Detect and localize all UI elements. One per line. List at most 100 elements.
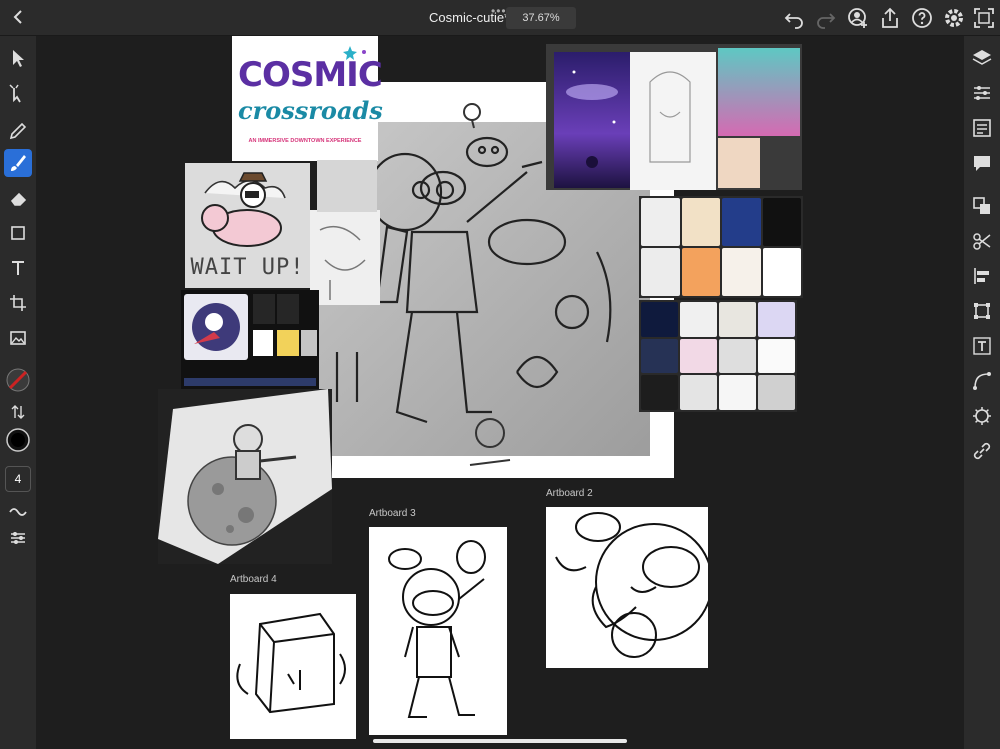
thumb-sketch[interactable]	[641, 248, 680, 296]
shape-builder-icon[interactable]	[970, 229, 994, 253]
thumb-astro-circle[interactable]	[641, 375, 678, 410]
reference-collage[interactable]	[546, 44, 802, 190]
left-toolbar: 4	[0, 36, 36, 749]
app-screenshot-thumb[interactable]	[181, 290, 319, 390]
symbol-icon[interactable]	[970, 404, 994, 428]
redo-icon[interactable]	[814, 6, 838, 30]
top-bar: ••• Cosmic-cutie* 37.67%	[0, 0, 1000, 36]
moon-guitar-astronaut	[158, 389, 332, 564]
arrange-icon[interactable]	[970, 194, 994, 218]
poster-title-line2: crossroads	[238, 96, 383, 125]
document-title[interactable]: Cosmic-cutie*	[429, 10, 509, 25]
thumb-astro-light[interactable]	[758, 338, 795, 374]
layers-icon[interactable]	[970, 46, 994, 70]
sticker-grid-top[interactable]	[639, 196, 803, 298]
properties-icon[interactable]	[4, 524, 32, 552]
thumb-astronaut-dark[interactable]	[762, 198, 801, 246]
pencil-lines	[649, 71, 691, 163]
link-icon[interactable]	[970, 439, 994, 463]
help-icon[interactable]	[910, 6, 934, 30]
comments-icon[interactable]	[970, 151, 994, 175]
galaxy-stars	[566, 70, 618, 168]
artboard-3[interactable]	[369, 527, 507, 735]
thumb-astro-gray[interactable]	[719, 338, 756, 374]
fullscreen-icon[interactable]	[972, 6, 996, 30]
sticker-grid-bottom[interactable]	[639, 300, 797, 412]
libraries-icon[interactable]	[970, 116, 994, 140]
swap-icon[interactable]	[4, 398, 32, 426]
ui-thumb-a	[253, 330, 273, 356]
zoom-level[interactable]: 37.67%	[506, 7, 576, 29]
ui-bottom-strip	[184, 378, 316, 386]
align-icon[interactable]	[970, 264, 994, 288]
reference-sketch-small[interactable]	[310, 210, 380, 305]
brush-size-value[interactable]: 4	[5, 466, 31, 492]
rocket-astronaut-icon	[192, 303, 240, 351]
pen-icon[interactable]	[4, 114, 32, 142]
thumb-astronaut-pink[interactable]	[681, 248, 720, 296]
adjust-icon[interactable]	[970, 81, 994, 105]
pencil-sketch-ref	[630, 52, 716, 190]
artboard-3-label[interactable]: Artboard 3	[369, 508, 416, 519]
brush-icon[interactable]	[4, 149, 32, 177]
color-swatch-icon[interactable]	[4, 366, 32, 394]
undo-icon[interactable]	[782, 6, 806, 30]
artboard-2-label[interactable]: Artboard 2	[546, 488, 593, 499]
rectangle-icon[interactable]	[4, 219, 32, 247]
small-sketch-lines	[319, 225, 366, 300]
pig-rider-illustration	[201, 172, 286, 247]
artboard-2-sketch	[555, 512, 713, 658]
brush-preset-icon[interactable]	[4, 426, 32, 454]
galaxy-image	[554, 52, 630, 188]
thumb-astro-blue[interactable]	[641, 302, 678, 337]
direct-select-icon[interactable]	[4, 79, 32, 107]
wait-up-sticker[interactable]: WAIT UP!	[185, 163, 310, 288]
settings-icon[interactable]	[942, 6, 966, 30]
thumb-astro-navy[interactable]	[641, 338, 678, 374]
mushroom-poster	[718, 48, 800, 136]
ui-column-2	[277, 294, 299, 324]
skeleton-poster	[718, 138, 760, 188]
artboard-3-sketch	[388, 540, 486, 718]
thumb-astro-pink[interactable]	[680, 338, 717, 374]
artboard-2[interactable]	[546, 507, 713, 668]
sticker-caption: WAIT UP!	[190, 255, 305, 280]
thumb-astro-purple[interactable]	[758, 302, 795, 337]
type-icon[interactable]	[970, 334, 994, 358]
thumb-astro-white[interactable]	[680, 302, 717, 337]
moon-astronaut-photo[interactable]	[158, 389, 332, 564]
thumb-dino-orange[interactable]	[681, 198, 720, 246]
thumb-astro-line[interactable]	[680, 375, 717, 410]
artboard-4[interactable]	[230, 594, 356, 739]
thumb-dino-red[interactable]	[722, 248, 761, 296]
eraser-icon[interactable]	[4, 184, 32, 212]
rocket-astronaut-thumb	[184, 294, 248, 360]
select-icon[interactable]	[4, 44, 32, 72]
share-icon[interactable]	[878, 6, 902, 30]
right-toolbar	[964, 36, 1000, 749]
thumb-doodles[interactable]	[641, 198, 680, 246]
sketch-overlay-lines	[463, 103, 511, 466]
crop-icon[interactable]	[4, 289, 32, 317]
artboard-4-sketch	[236, 612, 346, 714]
ui-thumb-c	[301, 330, 317, 356]
stars-decoration-icon	[343, 46, 366, 60]
ui-column-1	[253, 294, 275, 324]
artboard-4-label[interactable]: Artboard 4	[230, 574, 277, 585]
transform-icon[interactable]	[970, 299, 994, 323]
thumb-astro-sketch[interactable]	[719, 302, 756, 337]
thumb-astronaut-small[interactable]	[762, 248, 801, 296]
home-indicator[interactable]	[373, 739, 627, 743]
thumb-astro-mono[interactable]	[758, 375, 795, 410]
cosmic-crossroads-poster[interactable]: COSMIC crossroads AN IMMERSIVE DOWNTOWN …	[232, 36, 383, 161]
poster-subtitle: AN IMMERSIVE DOWNTOWN EXPERIENCE	[248, 138, 362, 144]
thumb-lost-poster[interactable]	[722, 198, 761, 246]
reference-sketch-gray[interactable]	[317, 160, 377, 212]
image-icon[interactable]	[4, 324, 32, 352]
path-icon[interactable]	[970, 369, 994, 393]
back-chevron-icon[interactable]	[8, 7, 28, 27]
user-add-icon[interactable]	[846, 6, 870, 30]
text-icon[interactable]	[4, 254, 32, 282]
smooth-icon[interactable]	[4, 496, 32, 524]
thumb-astro-outline[interactable]	[719, 375, 756, 410]
